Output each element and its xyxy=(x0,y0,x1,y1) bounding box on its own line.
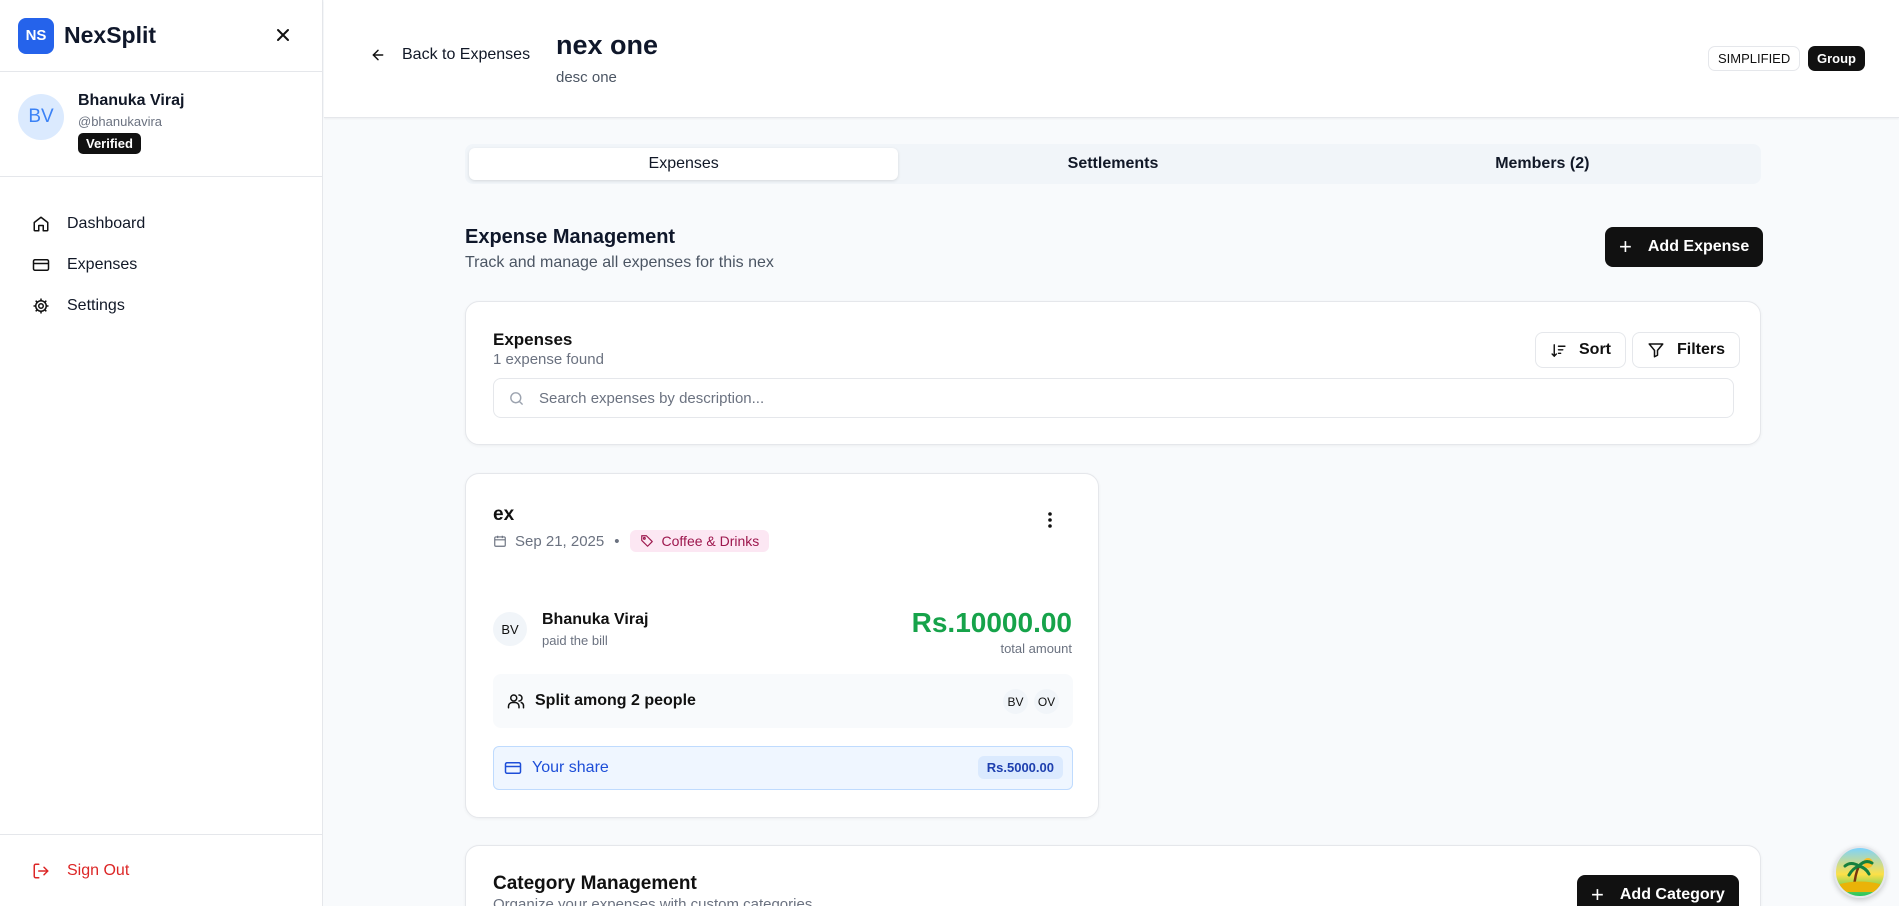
tab-settlements[interactable]: Settlements xyxy=(898,148,1327,180)
sort-button[interactable]: Sort xyxy=(1535,332,1626,368)
sidebar-item-expenses[interactable]: Expenses xyxy=(0,244,322,285)
add-category-button[interactable]: + Add Category xyxy=(1577,875,1739,906)
sort-icon xyxy=(1551,343,1566,357)
user-profile: BV Bhanuka Viraj @bhanukavira Verified xyxy=(0,72,322,177)
payer-name: Bhanuka Viraj xyxy=(542,611,649,628)
expenses-panel: Expenses 1 expense found Sort Filters xyxy=(465,301,1761,445)
plus-icon: + xyxy=(1619,234,1632,259)
search-box xyxy=(493,378,1734,418)
panel-title: Expenses xyxy=(493,330,573,349)
tab-expenses[interactable]: Expenses xyxy=(469,148,899,180)
category-tag: Coffee & Drinks xyxy=(629,530,770,552)
total-amount: Rs.10000.00 xyxy=(911,607,1072,638)
avatar: BV xyxy=(18,94,64,140)
tag-icon xyxy=(640,535,653,547)
brand-header: NS NexSplit xyxy=(0,0,322,72)
category-title: Category Management xyxy=(493,873,697,894)
log-out-icon xyxy=(32,862,50,880)
user-name: Bhanuka Viraj xyxy=(78,92,185,109)
add-category-label: Add Category xyxy=(1619,886,1725,903)
filter-icon xyxy=(1648,343,1664,358)
arrow-left-icon xyxy=(372,49,384,61)
tab-bar: Expenses Settlements Members (2) xyxy=(465,144,1761,184)
share-amount: Rs.5000.00 xyxy=(977,756,1063,779)
expense-card: ex Sep 21, 2025 • Coffee & Drinks BV Bha… xyxy=(465,473,1099,818)
member-chip: BV xyxy=(1003,689,1028,714)
brand-name: NexSplit xyxy=(64,22,157,48)
gear-icon xyxy=(32,297,50,315)
credit-card-icon xyxy=(504,762,522,774)
close-icon xyxy=(277,29,289,41)
filters-label: Filters xyxy=(1677,341,1726,358)
page-description: desc one xyxy=(556,69,617,86)
sidebar: NS NexSplit BV Bhanuka Viraj @bhanukavir… xyxy=(0,0,323,906)
sign-out-label: Sign Out xyxy=(67,861,130,879)
total-amount-label: total amount xyxy=(1000,641,1072,656)
back-to-expenses-button[interactable]: Back to Expenses xyxy=(370,46,530,64)
sidebar-item-label: Expenses xyxy=(67,255,138,273)
expense-meta: Sep 21, 2025 • Coffee & Drinks xyxy=(493,530,770,552)
sidebar-item-dashboard[interactable]: Dashboard xyxy=(0,203,322,244)
tab-members[interactable]: Members (2) xyxy=(1328,148,1757,180)
expense-date: Sep 21, 2025 xyxy=(515,532,605,550)
plus-icon: + xyxy=(1591,882,1604,906)
type-badge: Group xyxy=(1808,46,1865,71)
sidebar-item-label: Dashboard xyxy=(67,214,146,232)
add-expense-button[interactable]: + Add Expense xyxy=(1605,227,1764,267)
beach-icon xyxy=(1840,858,1880,892)
credit-card-icon xyxy=(32,256,50,274)
expense-menu-button[interactable] xyxy=(1038,508,1062,532)
page-header: Back to Expenses nex one desc one SIMPLI… xyxy=(324,0,1899,118)
split-label: Split among 2 people xyxy=(535,692,696,709)
user-handle: @bhanukavira xyxy=(78,114,163,129)
split-info: Split among 2 people BV OV xyxy=(493,674,1073,728)
calendar-icon xyxy=(494,535,506,547)
sidebar-nav: Dashboard Expenses Settings xyxy=(0,177,322,326)
category-label: Coffee & Drinks xyxy=(661,533,760,549)
verified-badge: Verified xyxy=(78,133,141,154)
search-input[interactable] xyxy=(539,389,1689,407)
sidebar-item-label: Settings xyxy=(67,296,125,314)
close-sidebar-button[interactable] xyxy=(272,24,294,46)
back-label: Back to Expenses xyxy=(402,46,531,63)
section-title: Expense Management xyxy=(465,226,676,248)
floating-avatar-button[interactable] xyxy=(1834,846,1886,898)
member-chip: OV xyxy=(1034,689,1059,714)
section-subtitle: Track and manage all expenses for this n… xyxy=(465,254,774,271)
payer-avatar: BV xyxy=(493,612,527,646)
sidebar-item-settings[interactable]: Settings xyxy=(0,285,322,326)
page-title: nex one xyxy=(556,30,659,60)
share-label: Your share xyxy=(532,759,609,776)
home-icon xyxy=(32,215,50,233)
sidebar-footer: Sign Out xyxy=(0,834,322,906)
expense-count: 1 expense found xyxy=(493,351,604,368)
category-panel: Category Management Organize your expens… xyxy=(465,845,1761,906)
more-vertical-icon xyxy=(1048,512,1052,528)
add-expense-label: Add Expense xyxy=(1647,238,1750,255)
sign-out-button[interactable]: Sign Out xyxy=(32,862,129,880)
category-subtitle: Organize your expenses with custom categ… xyxy=(493,896,813,906)
brand-logo: NS xyxy=(18,17,54,54)
search-icon xyxy=(510,391,523,405)
filters-button[interactable]: Filters xyxy=(1632,332,1741,368)
your-share: Your share Rs.5000.00 xyxy=(493,746,1073,790)
mode-badge: SIMPLIFIED xyxy=(1708,46,1801,71)
meta-separator: • xyxy=(614,532,620,550)
payer-note: paid the bill xyxy=(542,633,608,648)
users-icon xyxy=(507,694,525,709)
split-members: BV OV xyxy=(997,689,1059,714)
sort-label: Sort xyxy=(1579,341,1611,358)
expense-title: ex xyxy=(493,504,515,525)
